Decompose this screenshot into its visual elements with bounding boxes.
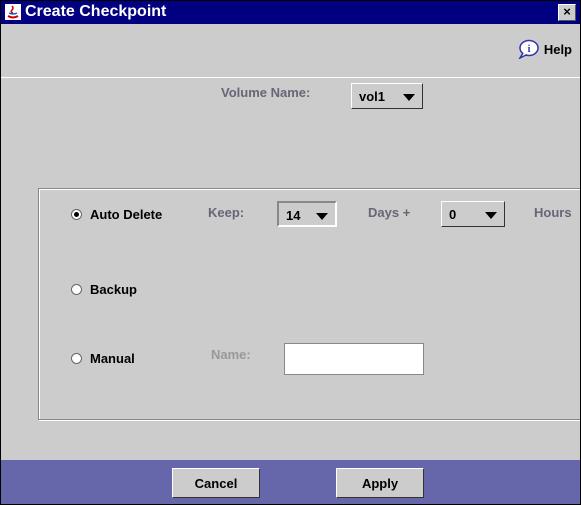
keep-days-select[interactable]: 14 — [277, 201, 337, 227]
apply-button[interactable]: Apply — [336, 468, 424, 498]
volume-name-value: vol1 — [359, 89, 386, 104]
create-checkpoint-dialog: Create Checkpoint × i Help Volume Name: … — [0, 0, 581, 505]
backup-label: Backup — [90, 282, 137, 297]
window-title: Create Checkpoint — [25, 3, 167, 20]
help-label: Help — [543, 41, 572, 57]
button-bar: Cancel Apply — [1, 460, 580, 504]
keep-hours-value: 0 — [449, 207, 457, 222]
toolbar-divider — [1, 77, 580, 78]
hours-label: Hours — [534, 205, 572, 220]
close-icon: × — [563, 4, 571, 19]
java-app-icon — [5, 4, 21, 20]
chevron-down-icon — [485, 212, 497, 219]
title-bar[interactable]: Create Checkpoint × — [1, 1, 580, 24]
keep-days-value: 14 — [286, 208, 301, 223]
volume-name-label: Volume Name: — [221, 85, 311, 100]
info-bubble-icon: i — [518, 39, 539, 59]
close-button[interactable]: × — [558, 4, 576, 21]
radio-selected-icon — [71, 209, 82, 220]
volume-name-select[interactable]: vol1 — [351, 83, 423, 109]
checkpoint-name-field[interactable] — [284, 343, 424, 375]
chevron-down-icon — [316, 213, 328, 220]
help-button[interactable]: i Help — [516, 39, 572, 59]
days-plus-label: Days + — [368, 205, 411, 220]
chevron-down-icon — [403, 94, 415, 101]
radio-unselected-icon — [71, 353, 82, 364]
auto-delete-label: Auto Delete — [90, 207, 163, 222]
svg-text:i: i — [527, 44, 530, 55]
manual-label: Manual — [90, 351, 135, 366]
radio-unselected-icon — [71, 284, 82, 295]
auto-delete-radio[interactable]: Auto Delete — [71, 207, 162, 222]
toolbar: i Help — [1, 25, 580, 77]
keep-label: Keep: — [208, 205, 245, 220]
checkpoint-name-label: Name: — [211, 347, 251, 362]
keep-hours-select[interactable]: 0 — [441, 201, 505, 227]
backup-radio[interactable]: Backup — [71, 282, 137, 297]
manual-radio[interactable]: Manual — [71, 351, 135, 366]
cancel-button[interactable]: Cancel — [172, 468, 260, 498]
